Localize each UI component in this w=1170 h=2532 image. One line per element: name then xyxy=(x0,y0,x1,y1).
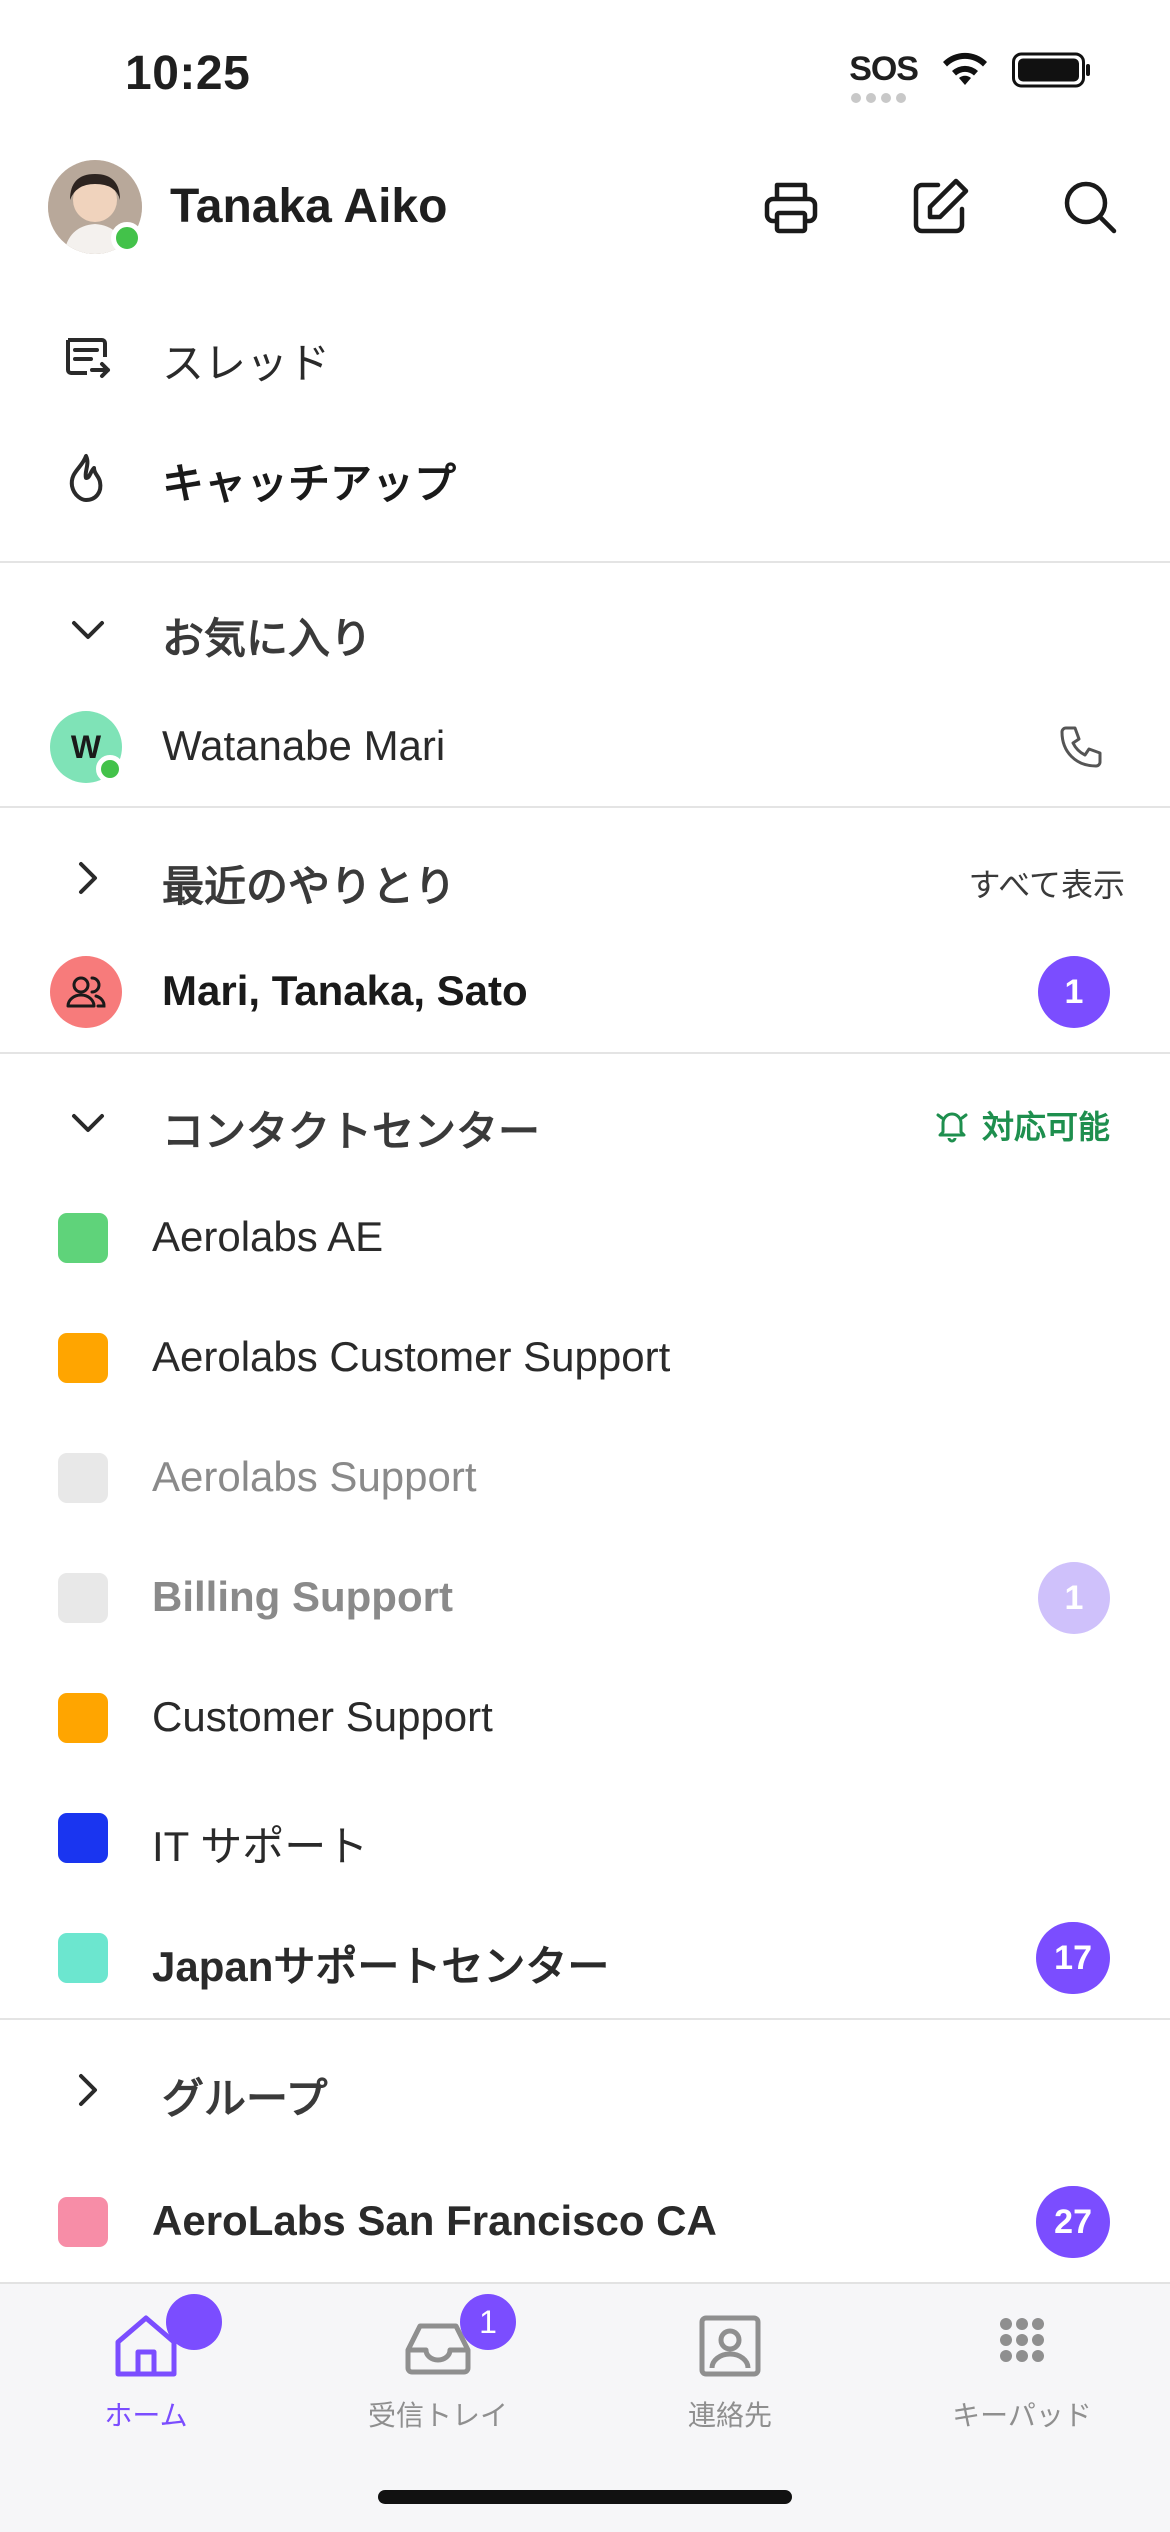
section-title: お気に入り xyxy=(162,614,373,663)
chevron-right-icon xyxy=(79,862,97,894)
unread-badge: 1 xyxy=(1038,956,1110,1028)
queue-name: Billing Support xyxy=(152,1573,453,1620)
group-avatar xyxy=(50,956,122,1028)
tab-contacts[interactable]: 連絡先 xyxy=(584,2284,876,2454)
notification-dot xyxy=(166,2294,222,2350)
sos-label: SOS xyxy=(849,50,919,88)
tab-keypad[interactable]: キーパッド xyxy=(876,2284,1168,2454)
contact-center-item[interactable]: Aerolabs AE xyxy=(0,1198,1170,1278)
bell-icon xyxy=(936,1112,968,1143)
favorite-item[interactable]: W Watanabe Mari xyxy=(0,705,1170,789)
recent-item[interactable]: Mari, Tanaka, Sato 1 xyxy=(0,950,1170,1034)
show-all-link[interactable]: すべて表示 xyxy=(969,860,1125,906)
menu-label: スレッド xyxy=(162,340,331,387)
availability-status[interactable]: 対応可能 xyxy=(934,1102,1110,1148)
contact-center-item[interactable]: IT サポート xyxy=(0,1798,1170,1878)
battery-icon xyxy=(1012,52,1090,87)
keypad-icon xyxy=(1000,2318,1044,2362)
tab-home[interactable]: ホーム xyxy=(0,2284,292,2454)
queue-name: Aerolabs Support xyxy=(152,1453,477,1500)
queue-name: IT サポート xyxy=(152,1823,369,1870)
queue-color-swatch xyxy=(58,1453,108,1503)
queue-color-swatch xyxy=(58,1573,108,1623)
contact-center-item[interactable]: Billing Support 1 xyxy=(0,1558,1170,1638)
menu-item-catchup[interactable]: キャッチアップ xyxy=(0,438,1170,518)
availability-label: 対応可能 xyxy=(981,1108,1110,1146)
contact-name: Watanabe Mari xyxy=(162,722,446,769)
wifi-icon xyxy=(943,52,987,85)
tab-label: 受信トレイ xyxy=(367,2399,508,2432)
conversation-name: Mari, Tanaka, Sato xyxy=(162,967,528,1014)
contact-center-item[interactable]: Japanサポートセンター 17 xyxy=(0,1918,1170,1998)
online-status-dot xyxy=(96,755,124,783)
compose-icon[interactable] xyxy=(908,175,972,239)
menu-label: キャッチアップ xyxy=(162,460,457,507)
queue-color-swatch xyxy=(58,1933,108,1983)
section-header-favorites[interactable]: お気に入り xyxy=(0,595,1170,665)
unread-badge: 27 xyxy=(1036,2186,1110,2258)
app-header: Tanaka Aiko xyxy=(0,155,1170,265)
status-bar: 10:25 SOS xyxy=(0,0,1170,150)
queue-color-swatch xyxy=(58,1813,108,1863)
online-status-dot xyxy=(111,222,143,254)
divider xyxy=(0,1052,1170,1054)
people-icon xyxy=(66,976,106,1008)
tab-inbox[interactable]: 1 受信トレイ xyxy=(292,2284,584,2454)
section-title: コンタクトセンター xyxy=(162,1107,541,1156)
chevron-down-icon xyxy=(72,1114,104,1132)
printer-icon[interactable] xyxy=(759,175,823,239)
avatar-initial: W xyxy=(70,728,102,765)
phone-icon[interactable] xyxy=(1054,722,1106,774)
menu-item-threads[interactable]: スレッド xyxy=(0,318,1170,398)
chevron-down-icon xyxy=(72,621,104,639)
group-item[interactable]: AeroLabs San Francisco CA 27 xyxy=(0,2182,1170,2262)
contact-center-item[interactable]: Customer Support xyxy=(0,1678,1170,1758)
contacts-icon xyxy=(699,2315,761,2377)
sos-indicator: SOS xyxy=(849,50,919,103)
chevron-right-icon xyxy=(79,2074,97,2106)
contact-center-item[interactable]: Aerolabs Customer Support xyxy=(0,1318,1170,1398)
divider xyxy=(0,561,1170,563)
threads-icon xyxy=(66,338,110,378)
group-color-swatch xyxy=(58,2197,108,2247)
queue-color-swatch xyxy=(58,1213,108,1263)
section-title: 最近のやりとり xyxy=(162,862,457,911)
status-time: 10:25 xyxy=(125,47,251,100)
tab-label: ホーム xyxy=(104,2399,188,2432)
user-name: Tanaka Aiko xyxy=(170,180,448,233)
contact-center-item[interactable]: Aerolabs Support xyxy=(0,1438,1170,1518)
status-icons: SOS xyxy=(849,50,1092,103)
home-indicator xyxy=(378,2490,792,2504)
divider xyxy=(0,806,1170,808)
queue-name: Customer Support xyxy=(152,1693,493,1740)
unread-badge: 1 xyxy=(1038,1562,1110,1634)
queue-color-swatch xyxy=(58,1693,108,1743)
search-icon[interactable] xyxy=(1058,175,1122,239)
tab-label: 連絡先 xyxy=(687,2399,772,2432)
section-title: グループ xyxy=(162,2074,328,2123)
unread-badge: 17 xyxy=(1036,1922,1110,1994)
group-name: AeroLabs San Francisco CA xyxy=(152,2197,717,2244)
queue-name: Japanサポートセンター xyxy=(152,1943,610,1990)
section-header-recent[interactable]: 最近のやりとり すべて表示 xyxy=(0,843,1170,913)
flame-icon xyxy=(69,454,103,502)
divider xyxy=(0,2018,1170,2020)
queue-name: Aerolabs AE xyxy=(152,1213,384,1260)
queue-name: Aerolabs Customer Support xyxy=(152,1333,671,1380)
section-header-groups[interactable]: グループ xyxy=(0,2055,1170,2125)
section-header-contact-center[interactable]: コンタクトセンター 対応可能 xyxy=(0,1088,1170,1158)
queue-color-swatch xyxy=(58,1333,108,1383)
inbox-badge: 1 xyxy=(460,2294,516,2350)
tab-label: キーパッド xyxy=(952,2399,1092,2432)
